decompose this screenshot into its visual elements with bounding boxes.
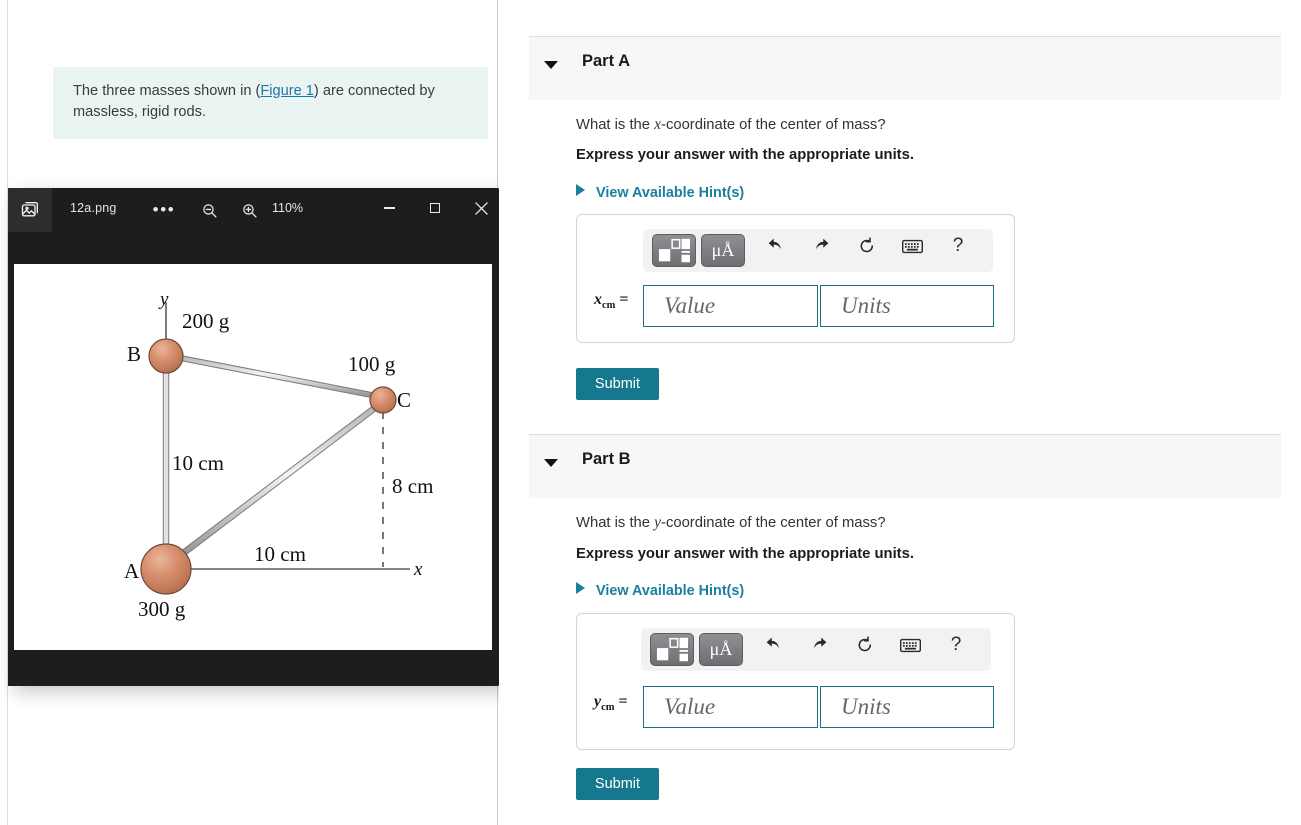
mass-a-id-label: A [124, 559, 140, 583]
part-b-title: Part B [582, 450, 631, 468]
figure-canvas: y x 200 g B 100 g C A 300 g 10 cm 10 cm … [14, 264, 492, 650]
part-a-hints-label: View Available Hint(s) [596, 185, 745, 201]
micro-angstrom-glyph: μÅ [709, 639, 733, 659]
figure-axis-y-label: y [160, 289, 169, 310]
mass-a-sphere [140, 543, 192, 595]
part-a-question-variable: x [654, 116, 662, 133]
mass-a-value-label: 300 g [138, 597, 186, 621]
maximize-icon[interactable] [417, 192, 453, 224]
part-b-answer-subscript: cm [601, 702, 615, 714]
photos-icon [8, 188, 52, 232]
part-b-instruction: Express your answer with the appropriate… [576, 546, 914, 562]
viewer-filename: 12a.png [70, 201, 117, 215]
dimension-cy-label: 8 cm [392, 474, 434, 498]
part-b-submit-button[interactable]: Submit [576, 768, 659, 800]
close-icon[interactable] [463, 192, 499, 224]
center-of-mass-figure [140, 302, 410, 595]
redo-icon[interactable] [806, 634, 832, 656]
part-b-math-toolbar: μÅ ? [641, 628, 991, 671]
help-icon[interactable]: ? [943, 634, 969, 656]
problem-statement-box: The three masses shown in (Figure 1) are… [53, 67, 488, 139]
page-root: The three masses shown in (Figure 1) are… [0, 0, 1301, 825]
part-b-question-variable: y [654, 514, 662, 531]
part-a-question-post: -coordinate of the center of mass? [661, 117, 886, 133]
mass-b-id-label: B [127, 342, 142, 366]
mass-b-value-label: 200 g [182, 309, 230, 333]
mass-b-sphere [148, 338, 184, 374]
micro-angstrom-glyph: μÅ [711, 240, 735, 260]
part-a-instruction: Express your answer with the appropriate… [576, 147, 914, 163]
keyboard-icon[interactable] [897, 634, 923, 656]
right-pane: Part A What is the x-coordinate of the c… [499, 0, 1301, 825]
part-b-hints-label: View Available Hint(s) [596, 583, 745, 599]
part-a-answer-equals: = [615, 291, 629, 308]
mass-c-sphere [369, 386, 397, 414]
mass-c-id-label: C [397, 388, 412, 412]
part-b-units-input[interactable] [820, 686, 994, 728]
dimension-ab-label: 10 cm [172, 451, 224, 475]
zoom-in-icon[interactable] [236, 197, 262, 223]
part-b-question: What is the y-coordinate of the center o… [576, 514, 886, 532]
micro-angstrom-icon[interactable]: μÅ [701, 234, 745, 267]
reset-icon[interactable] [852, 634, 878, 656]
viewer-titlebar[interactable]: 12a.png ••• 110% [8, 188, 504, 232]
part-a-answer-variable: x [594, 291, 602, 308]
zoom-out-icon[interactable] [196, 197, 222, 223]
part-a-title: Part A [582, 52, 630, 70]
part-a-math-toolbar: μÅ ? [643, 229, 993, 272]
micro-angstrom-icon[interactable]: μÅ [699, 633, 743, 666]
part-a-submit-button[interactable]: Submit [576, 368, 659, 400]
chevron-down-icon[interactable] [544, 459, 558, 467]
part-b-answer-card: μÅ ? ycm = Value Units [576, 613, 1015, 750]
dimension-ax-label: 10 cm [254, 542, 306, 566]
mass-c-value-label: 100 g [348, 352, 396, 376]
math-template-icon[interactable] [650, 633, 694, 666]
part-b-hints-toggle[interactable]: View Available Hint(s) [576, 582, 744, 599]
part-b-question-pre: What is the [576, 515, 655, 531]
chevron-right-icon [576, 184, 585, 196]
part-a-value-input[interactable] [643, 285, 818, 327]
chevron-down-icon[interactable] [544, 61, 558, 69]
chevron-right-icon [576, 582, 585, 594]
part-a-header[interactable]: Part A [529, 36, 1281, 100]
part-b-answer-label: ycm = [594, 693, 628, 713]
undo-icon[interactable] [761, 634, 787, 656]
reset-icon[interactable] [854, 235, 880, 257]
part-b-header[interactable]: Part B [529, 434, 1281, 498]
part-b-answer-equals: = [614, 693, 628, 710]
part-a-answer-subscript: cm [602, 300, 616, 312]
problem-text-before: The three masses shown in ( [73, 83, 261, 99]
more-options-button[interactable]: ••• [151, 197, 177, 223]
part-a-answer-label: xcm = [594, 291, 629, 311]
part-a-question: What is the x-coordinate of the center o… [576, 116, 886, 134]
problem-statement-text: The three masses shown in (Figure 1) are… [73, 81, 468, 123]
image-viewer-window: 12a.png ••• 110% y x 200 g B 100 g C A 3… [8, 188, 504, 686]
minimize-icon[interactable] [371, 192, 407, 224]
part-a-question-pre: What is the [576, 117, 655, 133]
help-icon[interactable]: ? [945, 235, 971, 257]
keyboard-icon[interactable] [899, 235, 925, 257]
zoom-level-label: 110% [272, 201, 304, 215]
figure-1-link[interactable]: Figure 1 [260, 83, 314, 99]
part-a-units-input[interactable] [820, 285, 994, 327]
undo-icon[interactable] [763, 235, 789, 257]
math-template-icon[interactable] [652, 234, 696, 267]
part-b-value-input[interactable] [643, 686, 818, 728]
figure-axis-x-label: x [414, 559, 423, 580]
part-b-question-post: -coordinate of the center of mass? [661, 515, 886, 531]
part-a-hints-toggle[interactable]: View Available Hint(s) [576, 184, 744, 201]
part-a-answer-card: μÅ ? xcm = Value Units [576, 214, 1015, 343]
left-pane: The three masses shown in (Figure 1) are… [7, 0, 504, 825]
redo-icon[interactable] [808, 235, 834, 257]
